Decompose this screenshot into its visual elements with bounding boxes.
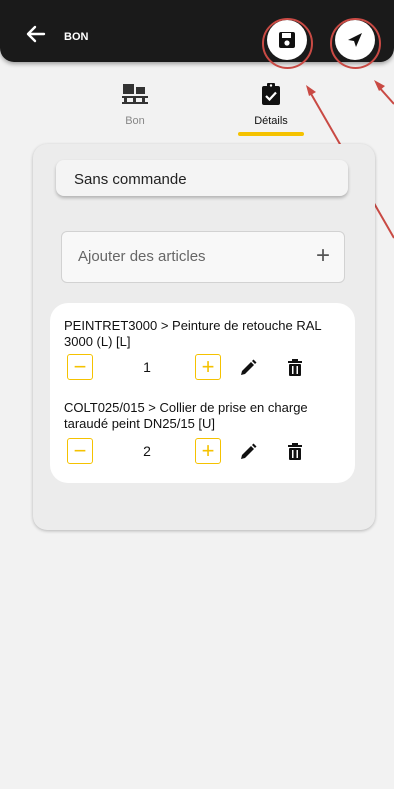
add-articles-placeholder: Ajouter des articles [78, 248, 206, 265]
add-articles-field[interactable]: Ajouter des articles + [61, 231, 345, 283]
back-arrow-icon[interactable] [24, 22, 48, 46]
increase-quantity-button[interactable]: + [195, 438, 221, 464]
tab-details-label: Détails [254, 115, 288, 127]
decrease-quantity-button[interactable]: − [67, 438, 93, 464]
active-tab-indicator [238, 132, 304, 136]
pencil-icon[interactable] [238, 442, 258, 462]
tab-bon-label: Bon [125, 115, 145, 127]
order-select-value: Sans commande [74, 171, 187, 188]
quantity-value: 2 [143, 443, 151, 459]
send-annotation-circle [330, 18, 381, 69]
article-title: PEINTRET3000 > Peinture de retouche RAL … [64, 318, 322, 349]
add-articles-plus-icon[interactable]: + [316, 242, 330, 270]
increase-quantity-button[interactable]: + [195, 354, 221, 380]
tab-bon[interactable]: Bon [90, 82, 180, 127]
tab-details[interactable]: Détails [226, 82, 316, 127]
order-select[interactable]: Sans commande [56, 160, 348, 196]
article-list: PEINTRET3000 > Peinture de retouche RAL … [50, 303, 355, 483]
page-title: BON [64, 31, 89, 43]
trash-icon[interactable] [285, 358, 305, 378]
decrease-quantity-button[interactable]: − [67, 354, 93, 380]
tab-bar: Bon Détails [0, 76, 394, 142]
pallet-icon [122, 84, 148, 104]
article-title: COLT025/015 > Collier de prise en charge… [64, 400, 308, 431]
clipboard-check-icon [262, 83, 280, 105]
trash-icon[interactable] [285, 442, 305, 462]
quantity-value: 1 [143, 359, 151, 375]
pencil-icon[interactable] [238, 358, 258, 378]
save-annotation-circle [262, 18, 313, 69]
